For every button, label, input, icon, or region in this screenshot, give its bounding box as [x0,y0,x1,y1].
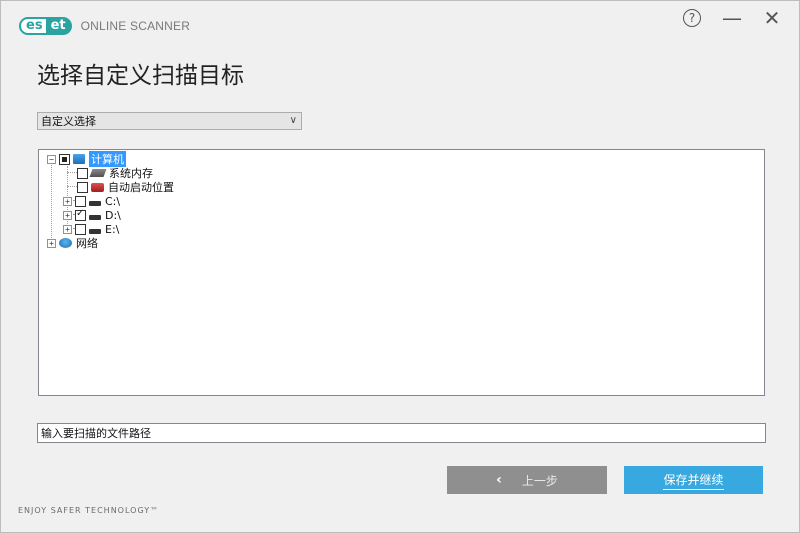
expand-icon[interactable]: + [63,196,72,206]
drive-icon [89,200,101,206]
expand-icon[interactable]: + [47,238,56,248]
checkbox-system-memory[interactable] [77,167,88,179]
drive-icon [89,214,101,220]
tree-guide-line [51,162,52,240]
minimize-button[interactable]: — [721,6,743,30]
logo-part-right: et [47,17,72,35]
close-icon: ✕ [763,6,781,30]
tree-node-computer[interactable]: − 计算机 [47,151,126,167]
back-button[interactable]: ‹ 上一步 [447,466,607,494]
tree-node-label: E:\ [105,222,120,236]
tree-node-label: D:\ [105,208,121,222]
expand-icon[interactable]: + [63,210,72,220]
checkbox-startup-locations[interactable] [77,181,88,193]
tree-node-drive-d[interactable]: + D:\ [63,208,121,222]
tree-node-label: 自动启动位置 [108,181,174,194]
close-button[interactable]: ✕ [761,6,783,30]
page-title: 选择自定义扫描目标 [37,63,244,89]
logo-part-left: es [19,17,48,35]
eset-logo: es et [19,17,72,35]
eset-online-scanner-window: es et ONLINE SCANNER ? — ✕ 选择自定义扫描目标 自定义… [0,0,800,533]
tree-node-system-memory[interactable]: 系统内存 [77,166,153,180]
chevron-left-icon: ‹ [496,472,502,488]
checkbox-computer[interactable] [59,153,70,165]
window-controls: ? — ✕ [681,6,783,30]
back-button-label: 上一步 [521,473,558,488]
scan-targets-tree[interactable]: − 计算机 系统内存 自动启动位置 + C:\ + ✓ D:\ + E:\ + … [38,149,765,396]
checkbox-drive-d[interactable] [75,208,86,221]
save-and-continue-button[interactable]: 保存并继续 [624,466,763,494]
tree-node-network[interactable]: + 网络 [47,236,98,250]
help-button[interactable]: ? [681,7,703,29]
minimize-icon: — [722,6,742,30]
footer-tagline: ENJOY SAFER TECHNOLOGY™ [18,506,160,515]
tree-node-drive-e[interactable]: + E:\ [63,222,119,236]
computer-icon [73,154,85,164]
chevron-down-icon: ∨ [289,115,297,126]
tree-node-startup-locations[interactable]: 自动启动位置 [77,180,174,194]
startup-icon [91,182,104,192]
checkbox-drive-e[interactable] [75,223,86,235]
expand-icon[interactable]: + [63,224,72,234]
tree-node-drive-c[interactable]: + C:\ [63,194,120,208]
scan-profile-value: 自定义选择 [41,115,96,128]
drive-icon [89,228,101,234]
header-branding: es et ONLINE SCANNER [19,17,190,35]
checkbox-drive-c[interactable] [75,195,86,207]
network-icon [59,238,72,248]
tree-node-label: 网络 [76,237,98,250]
scan-profile-select[interactable]: 自定义选择 ∨ [37,112,302,130]
file-path-input[interactable] [37,423,766,443]
save-and-continue-label: 保存并继续 [663,471,724,490]
tree-node-label: C:\ [105,194,121,208]
memory-icon [89,169,107,177]
help-icon: ? [683,9,701,27]
collapse-icon[interactable]: − [47,154,56,164]
product-name: ONLINE SCANNER [80,19,191,33]
